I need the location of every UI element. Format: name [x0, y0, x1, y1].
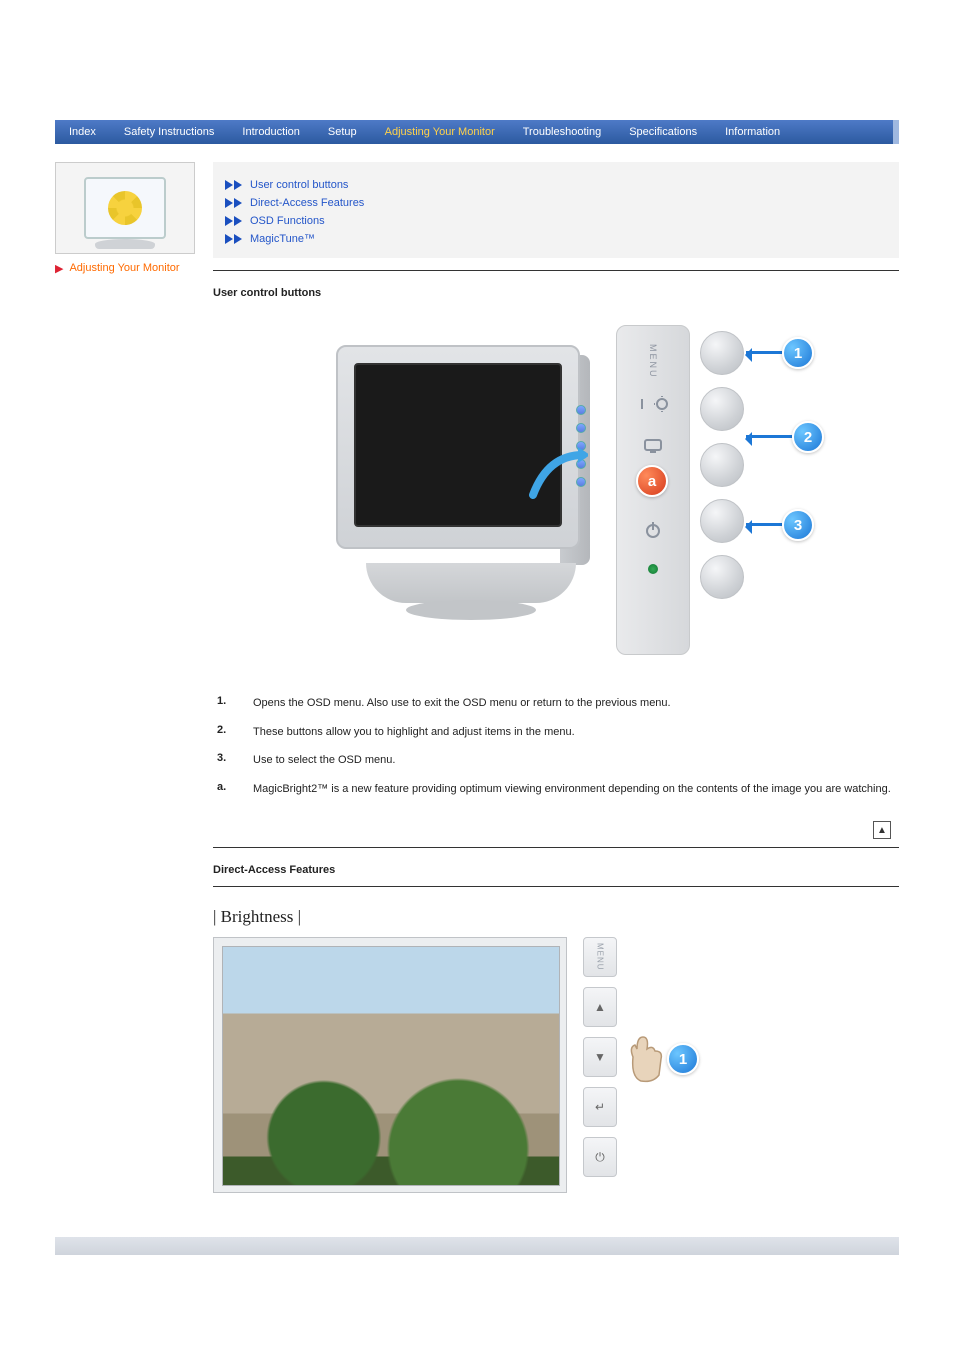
panel-power-button: ⏻ — [583, 1137, 617, 1177]
section-title-direct-access: Direct-Access Features — [213, 858, 899, 882]
nav-troubleshooting[interactable]: Troubleshooting — [509, 126, 615, 138]
back-to-top-icon[interactable]: ▲ — [873, 821, 891, 839]
divider — [213, 886, 899, 887]
nav-setup[interactable]: Setup — [314, 126, 371, 138]
sidebar-monitor-thumbnail — [55, 162, 195, 254]
figure-user-control-buttons: MENU — [213, 305, 899, 677]
callout-arrow — [746, 435, 792, 438]
brightness-button-panel: MENU ▲ ▼ ↵ ⏻ — [583, 937, 617, 1177]
pointing-hand-icon — [623, 1027, 673, 1087]
adjust-icon — [638, 396, 668, 415]
callout-2: 2 — [792, 421, 824, 453]
magicbright-icon — [642, 437, 664, 458]
physical-button — [700, 443, 744, 487]
sublink-osd-functions[interactable]: OSD Functions — [250, 215, 325, 227]
sublink-direct-access-features[interactable]: Direct-Access Features — [250, 197, 364, 209]
brightness-preview-frame — [213, 937, 567, 1193]
double-arrow-icon — [225, 216, 242, 226]
divider — [213, 270, 899, 271]
sublink-user-control-buttons[interactable]: User control buttons — [250, 179, 348, 191]
sublink-magictune[interactable]: MagicTune™ — [250, 233, 315, 245]
description-row: a. MagicBright2™ is a new feature provid… — [217, 775, 895, 804]
physical-button — [700, 387, 744, 431]
divider — [213, 847, 899, 848]
swoosh-arrow-icon — [528, 445, 588, 505]
description-row: 2. These buttons allow you to highlight … — [217, 718, 895, 747]
footer-bar — [55, 1237, 899, 1255]
caret-right-icon: ▶ — [55, 262, 63, 275]
nav-safety-instructions[interactable]: Safety Instructions — [110, 126, 229, 138]
nav-index[interactable]: Index — [55, 126, 110, 138]
nav-information[interactable]: Information — [711, 126, 794, 138]
physical-button — [700, 555, 744, 599]
callout-1: 1 — [667, 1043, 699, 1075]
callout-3: 3 — [782, 509, 814, 541]
double-arrow-icon — [225, 180, 242, 190]
figure-direct-access-brightness: MENU ▲ ▼ ↵ ⏻ 1 — [213, 937, 853, 1207]
flower-icon — [108, 191, 142, 225]
top-nav: Index Safety Instructions Introduction S… — [55, 120, 899, 144]
description-list: 1. Opens the OSD menu. Also use to exit … — [213, 689, 899, 803]
crt-monitor-illustration — [326, 325, 626, 625]
nav-end-decoration — [893, 120, 899, 144]
nav-specifications[interactable]: Specifications — [615, 126, 711, 138]
panel-down-button: ▼ — [583, 1037, 617, 1077]
callout-a: a — [636, 465, 668, 497]
sublinks: User control buttons Direct-Access Featu… — [213, 162, 899, 258]
content: User control buttons Direct-Access Featu… — [213, 162, 899, 1207]
double-arrow-icon — [225, 234, 242, 244]
sidebar-label: ▶ Adjusting Your Monitor — [55, 262, 195, 275]
double-arrow-icon — [225, 198, 242, 208]
subsection-title-brightness: | Brightness | — [213, 897, 899, 931]
nav-adjusting-your-monitor[interactable]: Adjusting Your Monitor — [371, 126, 509, 138]
power-icon — [644, 521, 662, 542]
sidebar-label-text: Adjusting Your Monitor — [69, 262, 179, 275]
panel-enter-button: ↵ — [583, 1087, 617, 1127]
section-title-user-control-buttons: User control buttons — [213, 281, 899, 305]
callout-arrow — [746, 523, 782, 526]
description-row: 1. Opens the OSD menu. Also use to exit … — [217, 689, 895, 718]
sidebar: ▶ Adjusting Your Monitor — [55, 162, 195, 1207]
description-row: 3. Use to select the OSD menu. — [217, 746, 895, 775]
menu-label: MENU — [648, 344, 658, 374]
callout-arrow — [746, 351, 782, 354]
physical-buttons-column — [700, 331, 744, 599]
callout-1: 1 — [782, 337, 814, 369]
landscape-photo — [222, 946, 560, 1186]
panel-menu-button: MENU — [583, 937, 617, 977]
panel-up-button: ▲ — [583, 987, 617, 1027]
power-led-icon — [648, 564, 658, 574]
nav-introduction[interactable]: Introduction — [228, 126, 313, 138]
